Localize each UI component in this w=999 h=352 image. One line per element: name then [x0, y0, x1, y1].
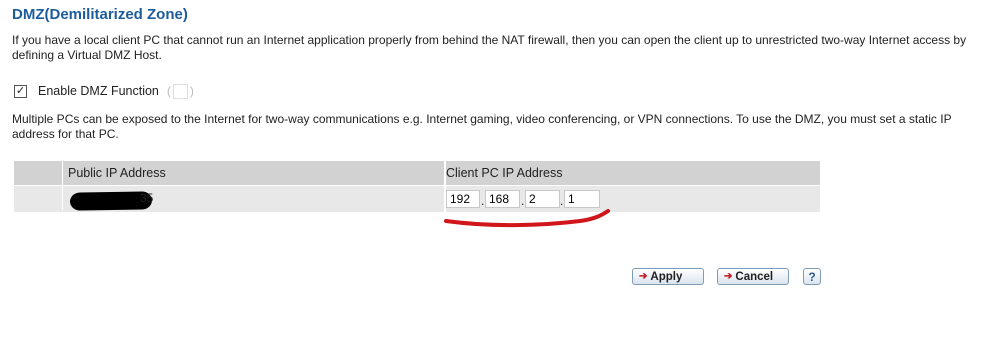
annotation-underline — [444, 209, 610, 228]
dmz-description: Multiple PCs can be exposed to the Inter… — [12, 112, 952, 141]
table-row: 35 . . . — [14, 186, 820, 212]
public-ip-value: 35 — [140, 191, 154, 205]
cancel-label: Cancel — [735, 270, 774, 283]
cancel-button[interactable]: ➔ Cancel — [717, 268, 789, 285]
public-ip-cell: 35 — [14, 186, 444, 212]
dmz-table: Public IP Address Client PC IP Address 3… — [14, 161, 820, 213]
enable-dmz-row: ✓ Enable DMZ Function () — [14, 82, 194, 100]
help-button[interactable]: ? — [803, 268, 821, 285]
enable-dmz-label: Enable DMZ Function — [38, 84, 159, 98]
page-title: DMZ(Demilitarized Zone) — [12, 6, 188, 23]
intro-text: If you have a local client PC that canno… — [12, 33, 967, 62]
public-ip-header: Public IP Address — [68, 166, 166, 180]
enable-dmz-checkbox[interactable]: ✓ — [14, 84, 27, 98]
apply-button[interactable]: ➔ Apply — [632, 268, 704, 285]
apply-label: Apply — [650, 270, 683, 283]
checkmark-icon: ✓ — [15, 84, 26, 97]
arrow-right-icon: ➔ — [724, 271, 733, 282]
client-ip-header: Client PC IP Address — [446, 166, 563, 180]
question-icon: ? — [808, 269, 816, 284]
faint-bracket: () — [166, 83, 194, 99]
arrow-right-icon: ➔ — [639, 271, 648, 282]
table-header-row: Public IP Address Client PC IP Address — [14, 161, 820, 185]
